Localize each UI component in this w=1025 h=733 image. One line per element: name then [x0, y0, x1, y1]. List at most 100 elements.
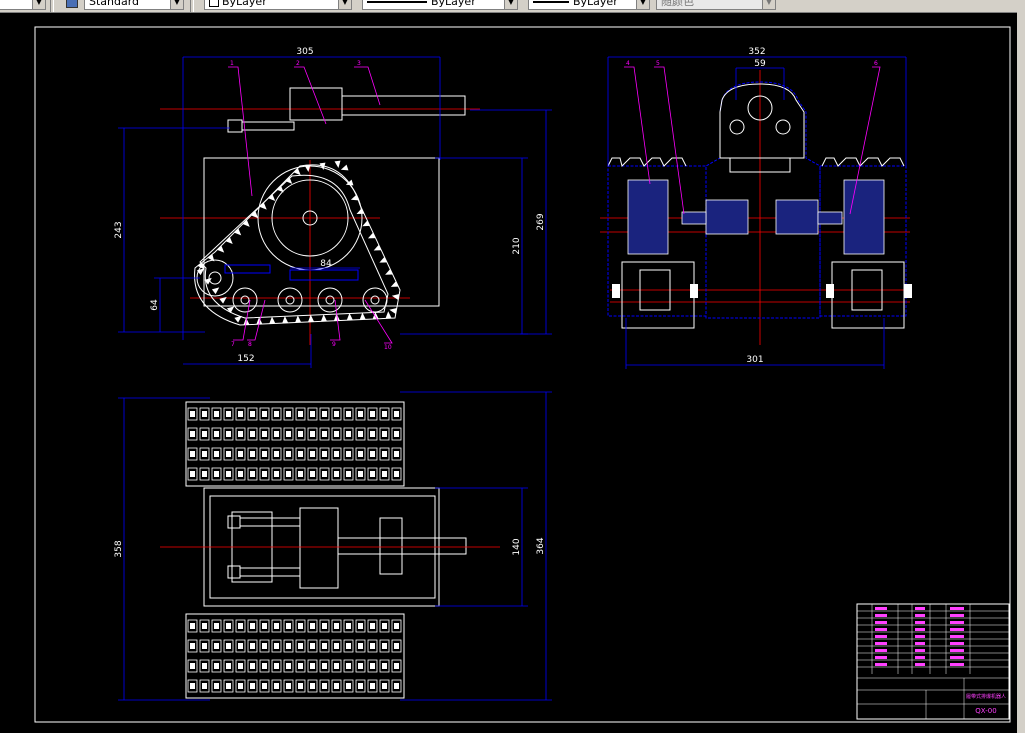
- track-pad-core: [382, 683, 387, 689]
- track-pad-core: [250, 451, 255, 457]
- track-pad-core: [346, 683, 351, 689]
- top-view: 358 140 364: [114, 391, 552, 701]
- dim-width-301: 301: [746, 355, 763, 365]
- track-pad-core: [322, 431, 327, 437]
- track-teeth: [196, 160, 400, 325]
- track-tooth: [389, 308, 397, 314]
- track-tooth: [234, 315, 242, 323]
- track-pad-core: [394, 643, 399, 649]
- title-block-entry: [875, 663, 887, 666]
- track-pad-core: [274, 683, 279, 689]
- lineweight-select[interactable]: ByLayer ▼: [528, 0, 650, 10]
- track-tooth: [385, 311, 392, 319]
- track-pad-core: [334, 431, 339, 437]
- track-pad-core: [358, 663, 363, 669]
- chevron-down-icon: ▼: [338, 0, 351, 9]
- track-pad-core: [394, 471, 399, 477]
- track-pad-core: [358, 471, 363, 477]
- title-block-entry: [915, 656, 925, 659]
- toolbar-separator: [50, 0, 54, 12]
- text-style-icon[interactable]: [66, 0, 78, 8]
- track-pad-core: [274, 451, 279, 457]
- track-pad-core: [298, 643, 303, 649]
- track-pad-core: [358, 431, 363, 437]
- track-pad-core: [322, 451, 327, 457]
- track-pad-core: [262, 411, 267, 417]
- title-block-drawing-number: QX-00: [975, 707, 996, 715]
- track-pad-core: [286, 451, 291, 457]
- track-pad-core: [298, 451, 303, 457]
- track-pad-core: [286, 663, 291, 669]
- track-pad-core: [370, 411, 375, 417]
- track-pad-core: [394, 623, 399, 629]
- track-pad-core: [202, 623, 207, 629]
- dim-center-84: 84: [320, 259, 332, 269]
- track-pad-core: [334, 623, 339, 629]
- text-style-select[interactable]: Standard ▼: [84, 0, 184, 10]
- track-pad-core: [226, 643, 231, 649]
- balloon-3: 3: [357, 60, 361, 67]
- track-pad-core: [190, 623, 195, 629]
- drawing-canvas[interactable]: 305 243 210 269 64 152 84 1 2 3 7 8 9 10: [0, 13, 1017, 733]
- dim-width-305: 305: [296, 47, 313, 57]
- track-pad-core: [262, 643, 267, 649]
- track-pad-core: [298, 683, 303, 689]
- title-block-entry: [950, 614, 964, 617]
- track-pad-core: [334, 643, 339, 649]
- track-pad-core: [226, 663, 231, 669]
- plotstyle-value: 随颜色: [661, 0, 694, 8]
- vertical-scrollbar[interactable]: [1017, 12, 1025, 733]
- track-pad-core: [214, 471, 219, 477]
- color-swatch-icon: [209, 0, 219, 7]
- dim-width-140: 140: [512, 538, 522, 555]
- track-pad-core: [298, 411, 303, 417]
- track-pad-core: [238, 411, 243, 417]
- dim-height-243: 243: [114, 221, 124, 238]
- track-pad-core: [370, 683, 375, 689]
- toolbar-separator: [190, 0, 194, 12]
- track-pad-core: [250, 411, 255, 417]
- track-pad-core: [250, 663, 255, 669]
- track-pad-core: [298, 471, 303, 477]
- track-pad-core: [370, 623, 375, 629]
- track-tooth: [226, 306, 235, 314]
- linetype-select[interactable]: ByLayer ▼: [362, 0, 518, 10]
- track-pad-core: [310, 663, 315, 669]
- title-block-entry: [915, 635, 925, 638]
- track-tooth: [259, 202, 267, 210]
- balloon-5: 5: [656, 60, 660, 67]
- top-view-dimensions: [118, 391, 552, 701]
- track-pad-core: [238, 623, 243, 629]
- color-select[interactable]: ByLayer ▼: [204, 0, 352, 10]
- dim-base-152: 152: [237, 354, 254, 364]
- properties-toolbar: ▼ Standard ▼ ByLayer ▼ ByLayer ▼ ByLayer ▼ 随…: [0, 0, 1025, 13]
- track-pad-core: [298, 431, 303, 437]
- title-block-entry: [875, 614, 887, 617]
- track-pad-core: [322, 623, 327, 629]
- track-pad-core: [322, 643, 327, 649]
- front-view: 305 243 210 269 64 152 84 1 2 3 7 8 9 10: [114, 47, 552, 368]
- balloon-7: 7: [231, 341, 235, 348]
- track-pad-core: [310, 431, 315, 437]
- track-pad-core: [250, 431, 255, 437]
- track-pad-core: [202, 663, 207, 669]
- track-tooth: [320, 314, 327, 322]
- plotstyle-select[interactable]: 随颜色 ▼: [656, 0, 776, 10]
- track-pad-core: [358, 411, 363, 417]
- track-tooth: [217, 245, 225, 253]
- track-pad-core: [262, 623, 267, 629]
- track-pad-core: [274, 431, 279, 437]
- title-block-entry: [950, 663, 964, 666]
- track-pad-core: [310, 471, 315, 477]
- title-block-entry: [915, 642, 925, 645]
- balloon-8: 8: [248, 341, 252, 348]
- track-pad-core: [238, 663, 243, 669]
- track-pad-core: [262, 431, 267, 437]
- track-pad-core: [286, 411, 291, 417]
- track-pad-core: [322, 411, 327, 417]
- toolbar-left-combo[interactable]: ▼: [0, 0, 46, 10]
- track-pad-core: [202, 411, 207, 417]
- track-pad-core: [382, 431, 387, 437]
- track-tooth: [285, 176, 293, 184]
- track-pad-core: [286, 431, 291, 437]
